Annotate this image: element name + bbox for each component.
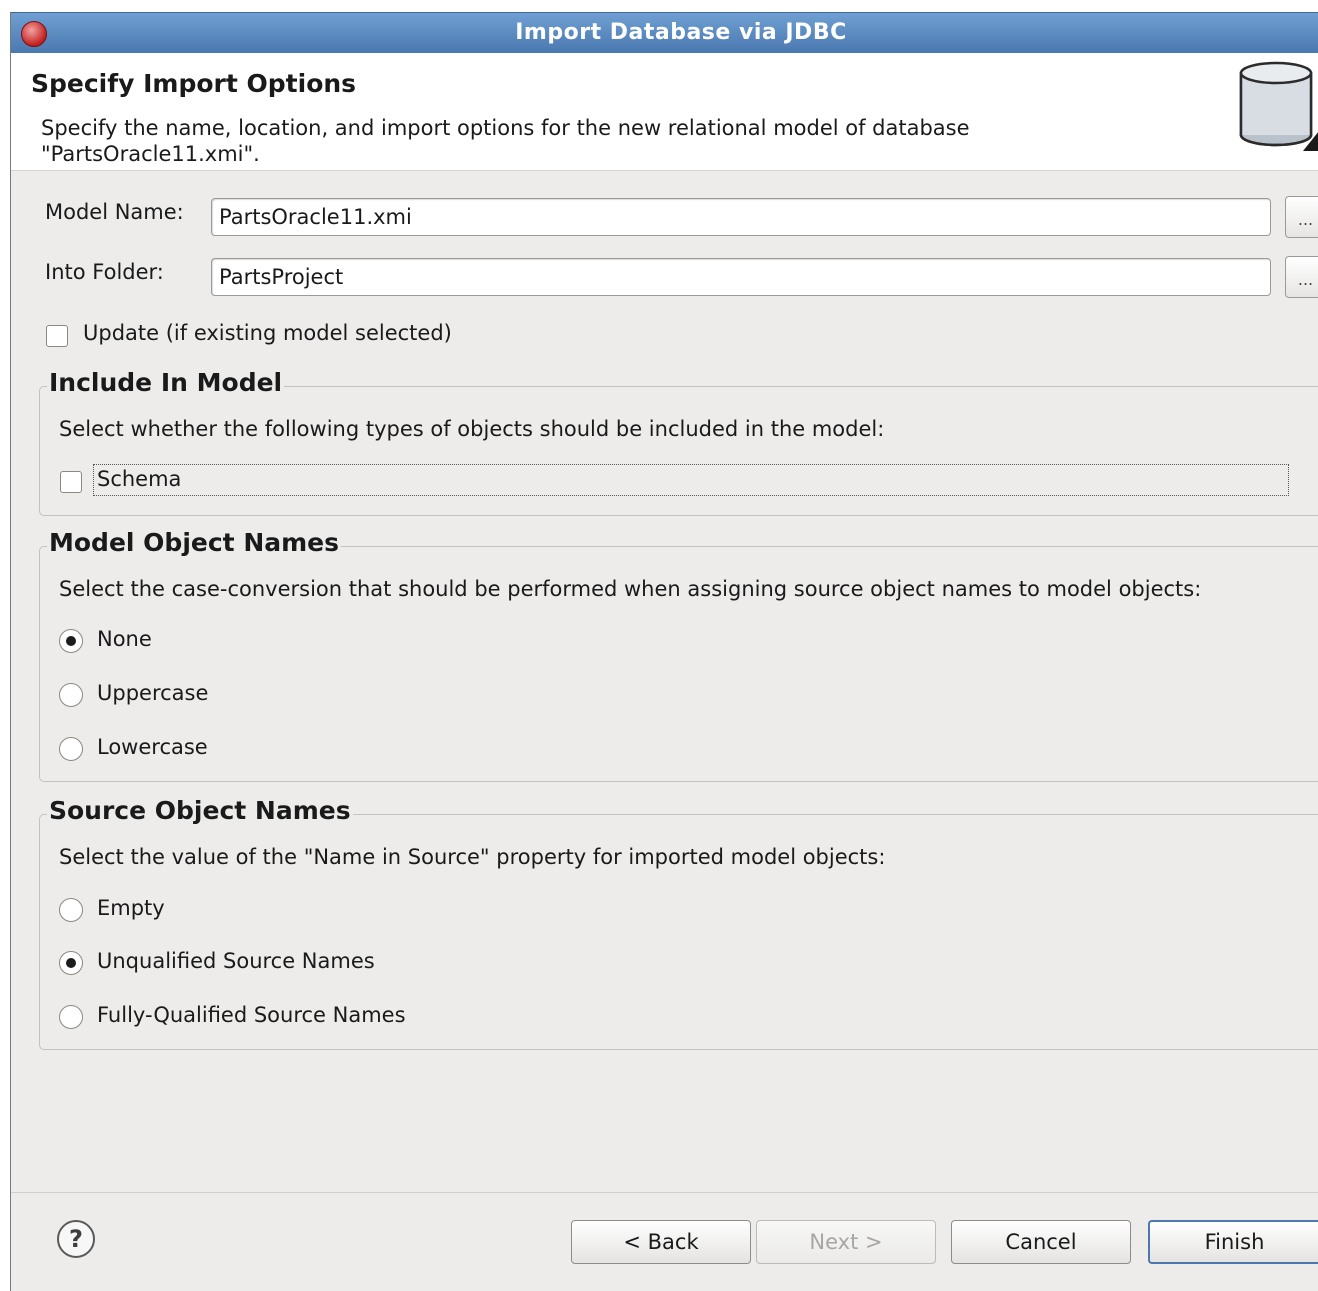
radio-none[interactable]	[59, 629, 83, 653]
update-label[interactable]: Update (if existing model selected)	[83, 321, 452, 345]
include-description: Select whether the following types of ob…	[59, 417, 885, 441]
finish-button-label: Finish	[1204, 1230, 1265, 1254]
into-folder-label: Into Folder:	[45, 260, 164, 284]
title-bar[interactable]: Import Database via JDBC	[11, 12, 1318, 53]
dialog-window: Import Database via JDBC Specify Import …	[10, 12, 1318, 1291]
schema-label[interactable]: Schema	[97, 467, 181, 491]
cancel-button-label: Cancel	[1005, 1230, 1077, 1254]
next-button-label: Next >	[809, 1230, 883, 1254]
back-button[interactable]: < Back	[571, 1220, 751, 1264]
radio-empty[interactable]	[59, 898, 83, 922]
radio-none-label[interactable]: None	[97, 627, 152, 651]
into-folder-browse-button[interactable]: ...	[1285, 256, 1318, 298]
model-name-browse-button[interactable]: ...	[1285, 196, 1318, 238]
model-name-label: Model Name:	[45, 200, 184, 224]
include-in-model-group	[39, 386, 1318, 516]
source-description: Select the value of the "Name in Source"…	[59, 845, 886, 869]
cancel-button[interactable]: Cancel	[951, 1220, 1131, 1264]
model-object-names-title: Model Object Names	[47, 528, 342, 557]
finish-button[interactable]: Finish	[1148, 1220, 1318, 1264]
radio-lowercase-label[interactable]: Lowercase	[97, 735, 208, 759]
update-checkbox[interactable]	[46, 325, 68, 347]
schema-checkbox[interactable]	[60, 471, 82, 493]
radio-empty-label[interactable]: Empty	[97, 896, 165, 920]
help-icon[interactable]: ?	[57, 1220, 95, 1258]
database-icon	[1239, 61, 1318, 151]
back-button-label: < Back	[623, 1230, 699, 1254]
radio-unqualified[interactable]	[59, 951, 83, 975]
source-object-names-title: Source Object Names	[47, 796, 353, 825]
window-title: Import Database via JDBC	[515, 20, 847, 45]
radio-fully-qualified[interactable]	[59, 1005, 83, 1029]
include-in-model-title: Include In Model	[47, 368, 285, 397]
radio-fully-qualified-label[interactable]: Fully-Qualified Source Names	[97, 1003, 406, 1027]
button-bar-separator	[11, 1192, 1318, 1193]
page-title: Specify Import Options	[31, 69, 357, 98]
radio-uppercase-label[interactable]: Uppercase	[97, 681, 208, 705]
radio-uppercase[interactable]	[59, 683, 83, 707]
names-description: Select the case-conversion that should b…	[59, 577, 1202, 601]
radio-lowercase[interactable]	[59, 737, 83, 761]
page-description: Specify the name, location, and import o…	[41, 116, 970, 166]
into-folder-input[interactable]: PartsProject	[211, 258, 1271, 296]
radio-unqualified-label[interactable]: Unqualified Source Names	[97, 949, 375, 973]
schema-focus-outline	[93, 464, 1289, 496]
next-button[interactable]: Next >	[756, 1220, 936, 1264]
wizard-banner: Specify Import Options Specify the name,…	[11, 53, 1318, 171]
model-name-input[interactable]: PartsOracle11.xmi	[211, 198, 1271, 236]
